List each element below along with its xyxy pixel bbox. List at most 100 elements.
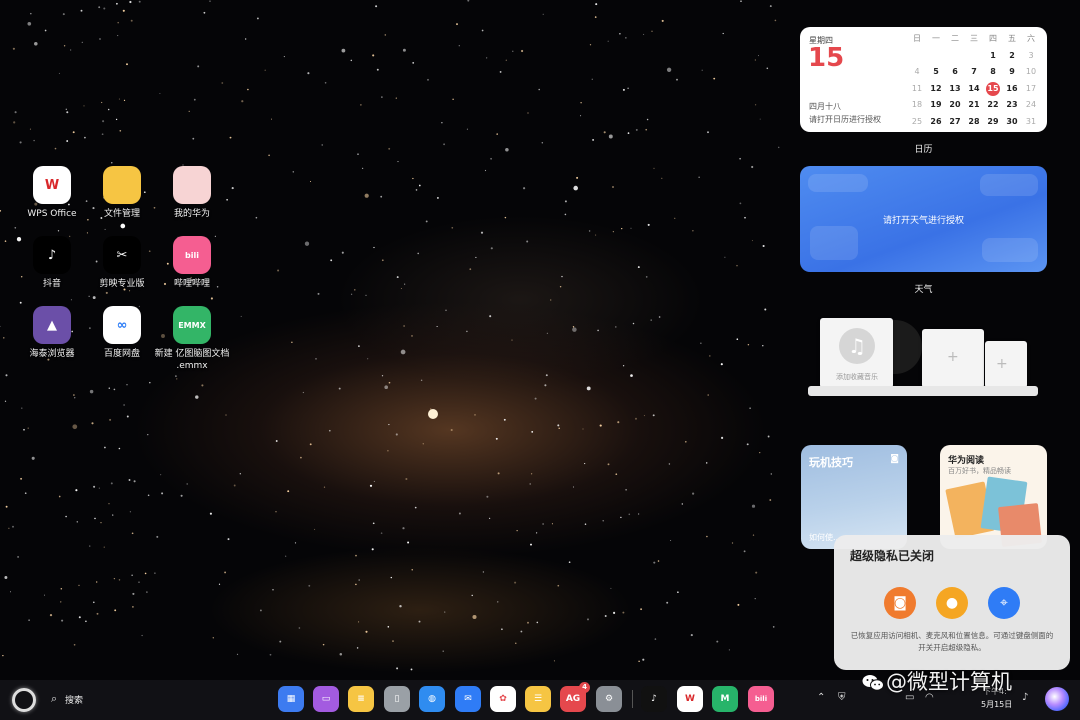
desktop-icon[interactable]: EMMX 新建 亿图脑图文档 .emmx <box>152 306 232 372</box>
calendar-date-cell[interactable]: 23 <box>1003 98 1021 112</box>
trash-icon[interactable]: ▯ <box>384 686 410 712</box>
star <box>323 486 326 488</box>
star <box>529 483 531 485</box>
desktop-icon[interactable]: ∞ 百度网盘 <box>82 306 162 360</box>
star <box>445 309 447 312</box>
multitask-icon[interactable]: ▭ <box>313 686 339 712</box>
bilibili-icon[interactable]: bili <box>748 686 774 712</box>
calendar-date-cell[interactable]: 21 <box>965 98 983 112</box>
calendar-date-cell[interactable]: 7 <box>965 65 983 79</box>
calendar-date-cell[interactable]: 18 <box>908 98 926 112</box>
mindmap-icon[interactable]: M <box>712 686 738 712</box>
calendar-date-cell[interactable]: 27 <box>946 115 964 129</box>
desktop-icon[interactable]: 文件管理 <box>82 166 162 220</box>
calendar-date-cell[interactable]: 20 <box>946 98 964 112</box>
app-gallery-icon[interactable]: AG 4 <box>560 682 590 712</box>
calendar-date-cell[interactable]: 5 <box>927 65 945 79</box>
search-label[interactable]: 搜索 <box>65 693 83 706</box>
memo-icon[interactable]: ☰ <box>525 686 551 712</box>
calendar-date-cell[interactable]: 29 <box>984 115 1002 129</box>
chevron-up-icon[interactable]: ⌃ <box>817 692 825 703</box>
star <box>115 118 118 121</box>
star <box>19 141 22 144</box>
calendar-date-cell[interactable]: 4 <box>908 65 926 79</box>
star <box>766 67 769 70</box>
privacy-title: 超级隐私已关闭 <box>850 549 935 563</box>
star <box>769 5 772 8</box>
tips-widget[interactable]: 玩机技巧 ◙ 如何使... <box>801 445 907 549</box>
super-privacy-popup[interactable]: 超级隐私已关闭 ◙ ● ⌖ 已恢复应用访问相机、麦克风和位置信息。可通过键盘侧面的开… <box>834 535 1070 670</box>
desktop-icon[interactable]: bili 哔哩哔哩 <box>152 236 232 290</box>
desktop-icon[interactable]: 我的华为 <box>152 166 232 220</box>
calendar-date-cell[interactable]: 1 <box>984 49 1002 63</box>
notes-icon[interactable]: ≡ <box>348 686 374 712</box>
taskbar-date[interactable]: 5月15日 <box>981 699 1012 710</box>
camera-toggle-button[interactable]: ◙ <box>884 587 916 619</box>
desktop-icon[interactable]: ▲ 海泰浏览器 <box>12 306 92 360</box>
star <box>625 37 627 39</box>
dock-glyph: ▭ <box>321 694 331 704</box>
wps-office-icon[interactable]: W <box>677 686 703 712</box>
star <box>456 23 458 26</box>
star <box>78 616 81 619</box>
calendar-date-cell[interactable]: 17 <box>1022 82 1040 96</box>
star <box>634 417 638 420</box>
calendar-date-cell[interactable]: 28 <box>965 115 983 129</box>
microphone-toggle-button[interactable]: ● <box>936 587 968 619</box>
calendar-date-cell[interactable]: 11 <box>908 82 926 96</box>
star <box>395 97 397 99</box>
calendar-date-cell[interactable]: 13 <box>946 82 964 96</box>
star <box>736 338 739 341</box>
calendar-date-cell[interactable]: 26 <box>927 115 945 129</box>
calendar-date-cell[interactable]: 15 <box>986 81 1000 96</box>
star <box>76 521 79 523</box>
douyin-icon[interactable]: ♪ <box>641 686 667 712</box>
star <box>584 523 587 525</box>
calendar-date-cell[interactable]: 12 <box>927 82 945 96</box>
desktop-icon[interactable]: ♪ 抖音 <box>12 236 92 290</box>
calendar-date-cell[interactable]: 3 <box>1022 49 1040 63</box>
calendar-date-cell[interactable]: 6 <box>946 65 964 79</box>
star <box>541 142 544 144</box>
start-button[interactable] <box>12 688 36 712</box>
calendar-date-cell[interactable]: 10 <box>1022 65 1040 79</box>
star <box>160 474 162 476</box>
star <box>12 525 14 528</box>
star <box>355 554 357 557</box>
calendar-date-cell[interactable]: 22 <box>984 98 1002 112</box>
calendar-date-cell[interactable]: 25 <box>908 115 926 129</box>
star <box>109 418 112 421</box>
huawei-reader-widget[interactable]: 华为阅读 百万好书，精品畅读 <box>940 445 1047 549</box>
desktop-icon[interactable]: ✂ 剪映专业版 <box>82 236 162 290</box>
browser-globe-icon[interactable]: ◍ <box>419 686 445 712</box>
desktop-icon[interactable]: W WPS Office <box>12 166 92 220</box>
calendar-date-cell[interactable]: 31 <box>1022 115 1040 129</box>
mail-icon[interactable]: ✉ <box>455 686 481 712</box>
calendar-date-cell[interactable]: 24 <box>1022 98 1040 112</box>
calendar-date-cell[interactable]: 8 <box>984 65 1002 79</box>
calendar-date-cell[interactable]: 19 <box>927 98 945 112</box>
star <box>511 339 513 341</box>
app-grid-icon[interactable]: ▦ <box>278 686 304 712</box>
star <box>30 12 32 15</box>
calendar-widget[interactable]: 星期四 15 四月十八 请打开日历进行授权 日一二三四五六 1 2 3 4 5 6 7 8 9 10… <box>800 27 1047 132</box>
calendar-date-cell[interactable]: 16 <box>1003 82 1021 96</box>
shield-icon[interactable]: ⛨ <box>838 692 846 703</box>
calendar-date-cell[interactable]: 14 <box>965 82 983 96</box>
star <box>701 69 703 71</box>
star <box>638 660 640 663</box>
assistant-orb-icon[interactable] <box>1045 687 1069 711</box>
my-huawei-icon <box>173 166 211 204</box>
gallery-icon[interactable]: ✿ <box>490 686 516 712</box>
star <box>530 473 533 475</box>
calendar-date-cell[interactable]: 9 <box>1003 65 1021 79</box>
calendar-date-cell[interactable]: 2 <box>1003 49 1021 63</box>
notification-bell-icon[interactable]: ♪ <box>1022 692 1028 703</box>
bright-star <box>428 409 438 419</box>
settings-icon[interactable]: ⚙ <box>596 686 622 712</box>
calendar-date-cell[interactable]: 30 <box>1003 115 1021 129</box>
search-icon[interactable]: ⌕ <box>51 692 57 706</box>
weather-widget[interactable]: 请打开天气进行授权 <box>800 166 1047 272</box>
location-toggle-button[interactable]: ⌖ <box>988 587 1020 619</box>
star <box>83 105 85 107</box>
